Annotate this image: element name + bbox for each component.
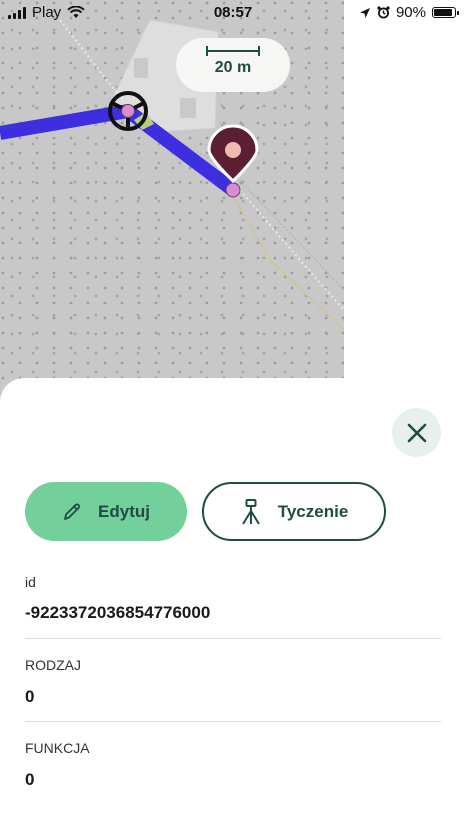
stakeout-button-label: Tyczenie — [277, 501, 349, 521]
stakeout-button[interactable]: Tyczenie — [202, 482, 386, 541]
pencil-icon — [64, 503, 80, 520]
divider — [25, 638, 441, 639]
field-value-funkcja: 0 — [25, 770, 35, 789]
scale-label: 20 m — [214, 59, 252, 76]
map-layer — [0, 19, 344, 331]
edit-button[interactable]: Edytuj — [25, 482, 187, 541]
field-value-id: -9223372036854776000 — [25, 603, 211, 622]
close-icon — [407, 423, 426, 442]
alarm-icon — [377, 6, 390, 19]
status-bar: Play 08:57 90% — [0, 0, 466, 26]
map-scale: 20 m — [176, 38, 290, 92]
scale-bar — [206, 46, 260, 56]
status-right: 90% — [359, 4, 459, 21]
field-label-id: id — [25, 574, 36, 590]
map-blank-area — [344, 0, 466, 430]
building-block — [180, 98, 196, 118]
close-button[interactable] — [392, 408, 441, 457]
field-label-rodzaj: RODZAJ — [25, 657, 81, 673]
battery-fill — [434, 9, 452, 16]
edit-button-label: Edytuj — [98, 501, 150, 521]
building-block — [134, 58, 148, 78]
vertex-point — [225, 182, 241, 198]
vertex-point — [121, 104, 135, 118]
battery-icon — [432, 7, 459, 18]
field-value-rodzaj: 0 — [25, 687, 35, 706]
map-view[interactable]: 21107 — [0, 0, 344, 430]
field-label-funkcja: FUNKCJA — [25, 740, 90, 756]
path-line — [231, 194, 344, 331]
divider — [25, 721, 441, 722]
tripod-icon — [241, 498, 260, 525]
battery-percent: 90% — [395, 4, 426, 21]
location-pin-dot — [225, 142, 241, 158]
location-arrow-icon — [359, 7, 370, 18]
